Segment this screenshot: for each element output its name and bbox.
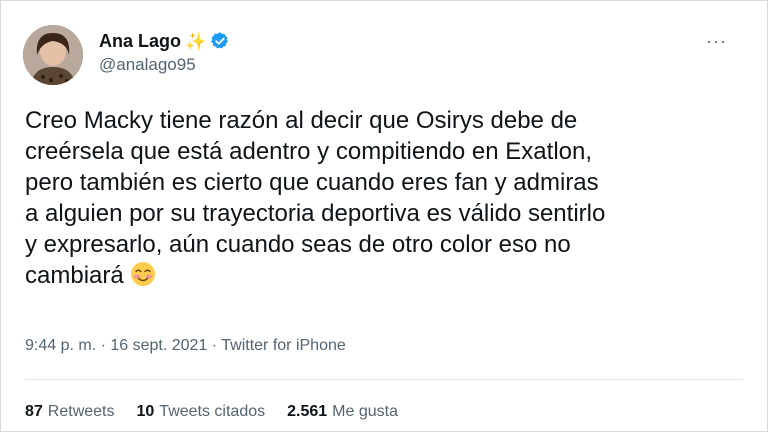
author-name[interactable]: Ana Lago xyxy=(99,31,181,52)
more-options-icon[interactable]: ··· xyxy=(706,31,727,52)
retweets-stat[interactable]: 87 Retweets xyxy=(25,403,115,421)
likes-label: Me gusta xyxy=(332,403,398,420)
author-name-row[interactable]: Ana Lago ✨ xyxy=(99,29,230,53)
tweet-timestamp[interactable]: 9:44 p. m. · 16 sept. 2021 · Twitter for… xyxy=(25,337,346,355)
avatar-photo-icon xyxy=(23,25,83,85)
quotes-label: Tweets citados xyxy=(159,403,266,420)
verified-badge-icon xyxy=(211,32,229,49)
smiling-face-with-blush-icon xyxy=(130,262,155,286)
sparkles-icon: ✨ xyxy=(185,31,207,51)
quote-tweets-stat[interactable]: 10 Tweets citados xyxy=(137,403,266,421)
quotes-count: 10 xyxy=(136,403,155,420)
likes-count: 2.561 xyxy=(287,403,328,420)
author-handle[interactable]: @analago95 xyxy=(99,55,196,75)
tweet-card: Ana Lago ✨ @analago95 ··· Creo Macky tie… xyxy=(0,0,768,432)
tweet-body: Creo Macky tiene razón al decir que Osir… xyxy=(25,107,606,289)
retweets-count: 87 xyxy=(25,403,43,420)
divider xyxy=(25,379,743,380)
engagement-stats: 87 Retweets 10 Tweets citados 2.561 Me g… xyxy=(25,403,398,421)
retweets-label: Retweets xyxy=(47,403,115,420)
tweet-text: Creo Macky tiene razón al decir que Osir… xyxy=(25,105,725,291)
likes-stat[interactable]: 2.561 Me gusta xyxy=(287,403,398,421)
avatar[interactable] xyxy=(23,25,83,85)
